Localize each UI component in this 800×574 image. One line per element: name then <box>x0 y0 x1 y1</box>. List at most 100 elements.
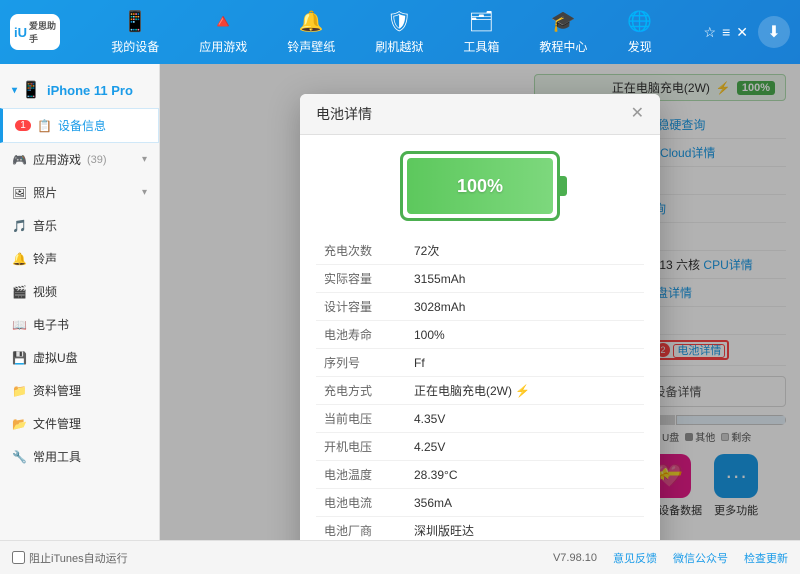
device-info-icon: 📋 <box>37 119 52 133</box>
device-icon: 📱 <box>123 9 148 34</box>
nav-tutorials[interactable]: 🎓 教程中心 <box>519 1 607 63</box>
row-value: 72次 <box>406 237 644 265</box>
table-row: 电池厂商 深圳版旺达 <box>316 517 644 541</box>
app-logo: iU 爱思助手 <box>10 14 60 50</box>
photos-arrow-icon: ▾ <box>142 187 147 198</box>
modal-detail-table: 充电次数 72次 实际容量 3155mAh 设计容量 3028mAh 电池寿 <box>316 237 644 540</box>
sidebar-item-apps[interactable]: 🎮 应用游戏 (39) ▾ <box>0 143 159 176</box>
sidebar-device: ▾ 📱 iPhone 11 Pro <box>0 72 159 108</box>
battery-detail-modal: 电池详情 ✕ 100% 充电次数 <box>300 94 660 540</box>
row-label: 实际容量 <box>316 265 406 293</box>
sidebar-ringtone-label: 铃声 <box>33 250 57 267</box>
row-label: 电池电流 <box>316 489 406 517</box>
nav-ringtone-label: 铃声壁纸 <box>287 38 335 55</box>
row-value: 3028mAh <box>406 293 644 321</box>
row-value: 3155mAh <box>406 265 644 293</box>
ebook-sidebar-icon: 📖 <box>12 318 27 332</box>
sidebar-item-udisk[interactable]: 💾 虚拟U盘 <box>0 341 159 374</box>
tools-sidebar-icon: 🔧 <box>12 450 27 464</box>
row-value: 28.39°C <box>406 461 644 489</box>
table-row: 电池寿命 100% <box>316 321 644 349</box>
sidebar-item-music[interactable]: 🎵 音乐 <box>0 209 159 242</box>
nav-discover-label: 发现 <box>628 38 652 55</box>
row-label: 当前电压 <box>316 405 406 433</box>
ringtone-sidebar-icon: 🔔 <box>12 252 27 266</box>
row-value: Ff <box>406 349 644 377</box>
top-nav: iU 爱思助手 📱 我的设备 🔺 应用游戏 🔔 铃声壁纸 🛡 刷机越狱 🗂 工具… <box>0 0 800 64</box>
sidebar-arrow-icon: ▾ <box>12 85 17 96</box>
battery-inner: 100% <box>407 158 553 214</box>
nav-jailbreak[interactable]: 🛡 刷机越狱 <box>355 1 443 63</box>
row-value: 100% <box>406 321 644 349</box>
nav-jailbreak-label: 刷机越狱 <box>375 38 423 55</box>
sidebar-item-file-manage[interactable]: 📂 文件管理 <box>0 407 159 440</box>
content-area: 正在电脑充电(2W) ⚡ 100% Apple ID状 已开启 稳硬查询 iCl… <box>160 64 800 540</box>
row-label: 充电方式 <box>316 377 406 405</box>
sidebar-music-label: 音乐 <box>33 217 57 234</box>
sidebar-item-ringtone[interactable]: 🔔 铃声 <box>0 242 159 275</box>
sidebar-item-ebook[interactable]: 📖 电子书 <box>0 308 159 341</box>
table-row: 充电方式 正在电脑充电(2W) ⚡ <box>316 377 644 405</box>
feedback-link[interactable]: 意见反馈 <box>613 550 657 566</box>
bottom-right: V7.98.10 意见反馈 微信公众号 检查更新 <box>553 550 788 566</box>
row-value: 深圳版旺达 <box>406 517 644 541</box>
row-label: 电池温度 <box>316 461 406 489</box>
row-label: 充电次数 <box>316 237 406 265</box>
sidebar-item-video[interactable]: 🎬 视频 <box>0 275 159 308</box>
battery-modal-pct: 100% <box>457 176 503 197</box>
discover-icon: 🌐 <box>627 9 652 34</box>
sidebar: ▾ 📱 iPhone 11 Pro 1 📋 设备信息 🎮 应用游戏 (39) ▾… <box>0 64 160 540</box>
apps-count: (39) <box>87 154 107 166</box>
itunes-checkbox[interactable]: 阻止iTunes自动运行 <box>12 550 128 566</box>
sidebar-item-photos[interactable]: 🖼 照片 ▾ <box>0 176 159 209</box>
apps-sidebar-icon: 🎮 <box>12 153 27 167</box>
modal-header: 电池详情 ✕ <box>300 94 660 135</box>
data-manage-sidebar-icon: 📁 <box>12 384 27 398</box>
wechat-link[interactable]: 微信公众号 <box>673 550 728 566</box>
file-manage-sidebar-icon: 📂 <box>12 417 27 431</box>
nav-toolbox[interactable]: 🗂 工具箱 <box>443 1 519 63</box>
itunes-checkbox-input[interactable] <box>12 551 25 564</box>
download-button[interactable]: ⬇ <box>758 16 790 48</box>
sidebar-ebook-label: 电子书 <box>33 316 69 333</box>
music-sidebar-icon: 🎵 <box>12 219 27 233</box>
device-info-badge: 1 <box>15 120 31 131</box>
battery-outer: 100% <box>400 151 560 221</box>
sidebar-video-label: 视频 <box>33 283 57 300</box>
modal-title: 电池详情 <box>316 104 372 124</box>
nav-apps[interactable]: 🔺 应用游戏 <box>179 1 267 63</box>
nav-ringtone[interactable]: 🔔 铃声壁纸 <box>267 1 355 63</box>
row-label: 开机电压 <box>316 433 406 461</box>
itunes-label: 阻止iTunes自动运行 <box>29 550 128 566</box>
sidebar-tools-label: 常用工具 <box>33 448 81 465</box>
row-value: 356mA <box>406 489 644 517</box>
apps-icon: 🔺 <box>211 9 236 34</box>
update-link[interactable]: 检查更新 <box>744 550 788 566</box>
sidebar-device-label: iPhone 11 Pro <box>47 83 133 98</box>
table-row: 电池温度 28.39°C <box>316 461 644 489</box>
apps-arrow-icon: ▾ <box>142 154 147 165</box>
modal-overlay: 电池详情 ✕ 100% 充电次数 <box>160 64 800 540</box>
sidebar-device-info-label: 设备信息 <box>58 117 106 134</box>
battery-visual: 100% <box>316 151 644 221</box>
nav-my-device[interactable]: 📱 我的设备 <box>91 1 179 63</box>
nav-items: 📱 我的设备 🔺 应用游戏 🔔 铃声壁纸 🛡 刷机越狱 🗂 工具箱 🎓 教程中心… <box>60 1 704 63</box>
table-row: 实际容量 3155mAh <box>316 265 644 293</box>
tutorials-icon: 🎓 <box>551 9 576 34</box>
row-label: 电池寿命 <box>316 321 406 349</box>
modal-body: 100% 充电次数 72次 实际容量 3155mAh <box>300 135 660 540</box>
nav-my-device-label: 我的设备 <box>111 38 159 55</box>
main-area: ▾ 📱 iPhone 11 Pro 1 📋 设备信息 🎮 应用游戏 (39) ▾… <box>0 64 800 540</box>
sidebar-photos-label: 照片 <box>33 184 57 201</box>
modal-close-button[interactable]: ✕ <box>631 106 644 122</box>
sidebar-item-tools[interactable]: 🔧 常用工具 <box>0 440 159 473</box>
ringtone-icon: 🔔 <box>299 9 324 34</box>
table-row: 电池电流 356mA <box>316 489 644 517</box>
row-value: 4.35V <box>406 405 644 433</box>
sidebar-item-device-info[interactable]: 1 📋 设备信息 <box>0 108 159 143</box>
row-label: 电池厂商 <box>316 517 406 541</box>
table-row: 开机电压 4.25V <box>316 433 644 461</box>
row-value: 正在电脑充电(2W) ⚡ <box>406 377 644 405</box>
sidebar-item-data-manage[interactable]: 📁 资料管理 <box>0 374 159 407</box>
nav-discover[interactable]: 🌐 发现 <box>607 1 672 63</box>
